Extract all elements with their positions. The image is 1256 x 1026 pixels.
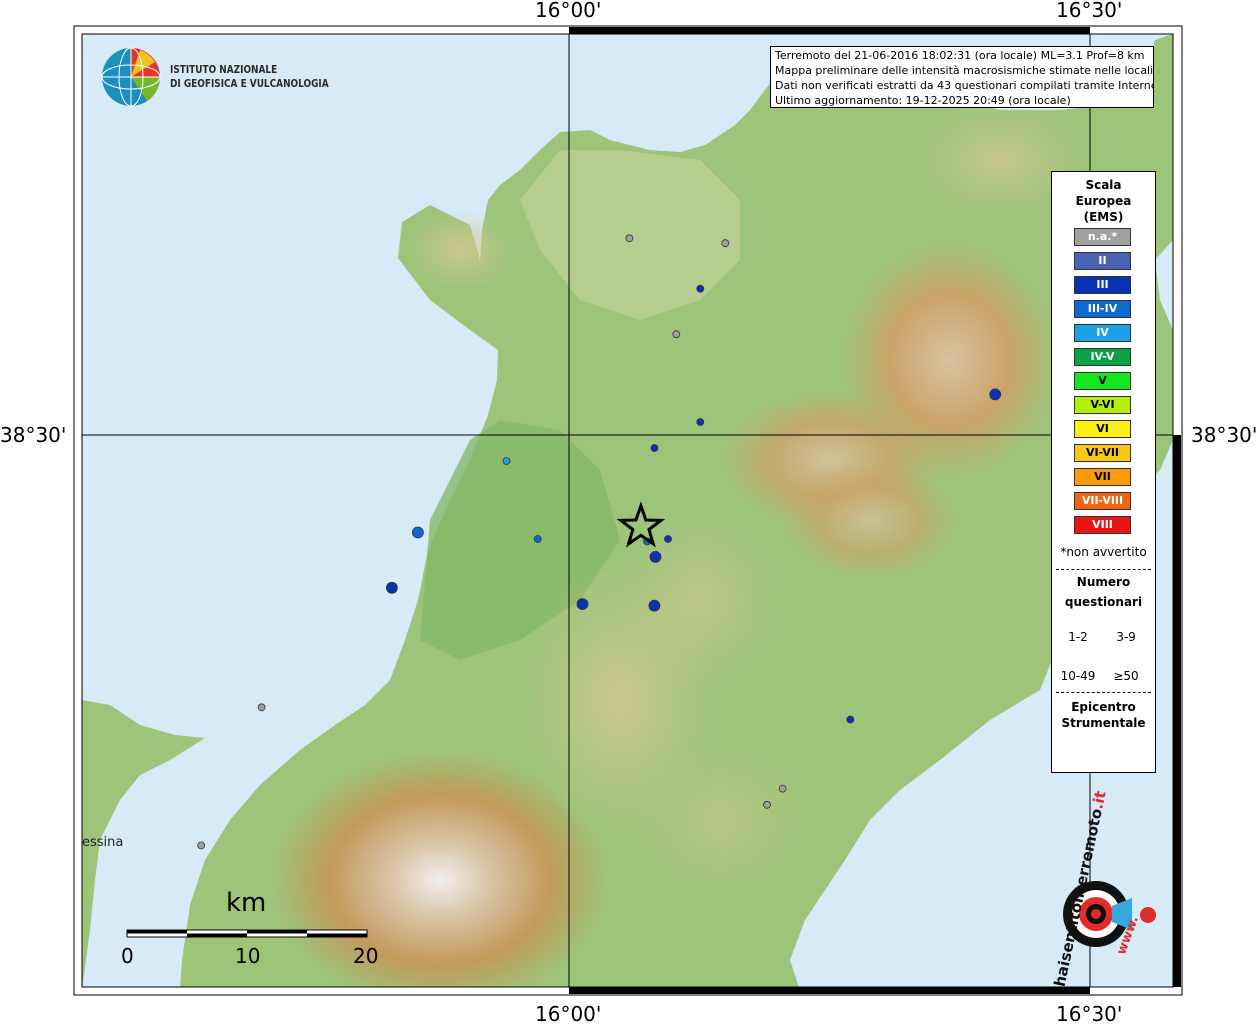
scale-tick-10: 10 xyxy=(235,944,261,968)
intensity-point xyxy=(411,526,424,539)
intensity-point xyxy=(672,330,681,339)
ems-swatch: n.a.* xyxy=(1074,228,1131,246)
legend-title-line1: Scala xyxy=(1085,178,1122,192)
intensity-point xyxy=(721,239,730,248)
count-title-line2: questionari xyxy=(1064,595,1143,609)
legend-panel: Scala Europea (EMS) n.a.* II III III-IV IV IV… xyxy=(1051,171,1156,773)
ems-swatch: VII-VIII xyxy=(1074,492,1131,510)
scale-unit: km xyxy=(226,888,267,918)
intensity-point xyxy=(648,599,661,612)
intensity-point xyxy=(650,444,659,452)
ems-swatch: V-VI xyxy=(1074,396,1131,414)
scale-tick-0: 0 xyxy=(121,944,134,968)
ems-swatch: III xyxy=(1074,276,1131,294)
intensity-point xyxy=(649,551,662,563)
intensity-point xyxy=(989,388,1002,401)
lon-label-bottom-right: 16°30' xyxy=(1056,1002,1123,1026)
intensity-point xyxy=(696,284,705,293)
size-label-10-49: 10-49 xyxy=(1060,669,1096,683)
event-info-box: Terremoto del 21-06-2016 18:02:31 (ora l… xyxy=(770,46,1154,108)
legend-title-line2: Europea xyxy=(1075,194,1132,208)
intensity-point xyxy=(664,535,672,543)
not-felt-note: *non avvertito xyxy=(1060,545,1147,559)
intensity-point xyxy=(763,800,771,809)
count-title: Numero questionari xyxy=(1052,572,1155,612)
scale-bar xyxy=(126,929,368,938)
epicenter-title-line1: Epicentro xyxy=(1071,700,1136,714)
scale-tick-20: 20 xyxy=(353,944,379,968)
intensity-point xyxy=(385,581,398,594)
intensity-point xyxy=(502,457,511,465)
size-label-1-2: 1-2 xyxy=(1068,630,1088,644)
count-title-line1: Numero xyxy=(1076,575,1131,589)
ems-swatch: VI xyxy=(1074,420,1131,438)
ems-swatch: VIII xyxy=(1074,516,1131,534)
lon-label-top-left: 16°00' xyxy=(535,0,602,22)
intensity-point xyxy=(197,841,206,850)
lon-label-top-right: 16°30' xyxy=(1056,0,1123,22)
lon-label-bottom-left: 16°00' xyxy=(535,1002,602,1026)
ingv-line2: DI GEOFISICA E VULCANOLOGIA xyxy=(170,78,329,90)
ems-swatch: III-IV xyxy=(1074,300,1131,318)
ems-swatch: II xyxy=(1074,252,1131,270)
epicenter-title-line2: Strumentale xyxy=(1061,716,1146,730)
intensity-point xyxy=(576,598,589,610)
event-info-line4: Ultimo aggiornamento: 19-12-2025 20:49 (… xyxy=(775,94,1071,107)
epicenter-title: Epicentro Strumentale xyxy=(1052,699,1155,731)
intensity-point xyxy=(533,535,542,543)
legend-separator xyxy=(1056,569,1151,570)
ingv-logo-text: ISTITUTO NAZIONALE DI GEOFISICA E VULCAN… xyxy=(170,63,329,91)
size-label-50: ≥50 xyxy=(1113,669,1139,683)
legend-separator xyxy=(1056,692,1151,693)
legend-title-line3: (EMS) xyxy=(1083,210,1124,224)
place-label-messina: essina xyxy=(82,835,124,850)
ingv-logo-icon xyxy=(101,47,161,107)
event-info-line2: Mappa preliminare delle intensità macros… xyxy=(775,64,1154,77)
ems-swatch: IV xyxy=(1074,324,1131,342)
intensity-point xyxy=(778,784,787,793)
ems-swatch: VI-VII xyxy=(1074,444,1131,462)
lat-label-right: 38°30' xyxy=(1191,423,1256,447)
ems-swatch: V xyxy=(1074,372,1131,390)
ingv-line1: ISTITUTO NAZIONALE xyxy=(170,64,278,76)
intensity-point xyxy=(846,715,855,724)
event-info-line1: Terremoto del 21-06-2016 18:02:31 (ora l… xyxy=(775,49,1145,62)
intensity-point xyxy=(696,418,705,426)
size-label-3-9: 3-9 xyxy=(1116,630,1136,644)
event-info-line3: Dati non verificati estratti da 43 quest… xyxy=(775,79,1154,92)
intensity-point xyxy=(625,234,634,243)
lat-label-left: 38°30' xyxy=(0,423,67,447)
ems-swatch: VII xyxy=(1074,468,1131,486)
ems-swatch: IV-V xyxy=(1074,348,1131,366)
legend-title: Scala Europea (EMS) xyxy=(1052,177,1155,225)
hsit-logo-tld: .it xyxy=(1088,789,1110,811)
intensity-point xyxy=(257,703,266,712)
